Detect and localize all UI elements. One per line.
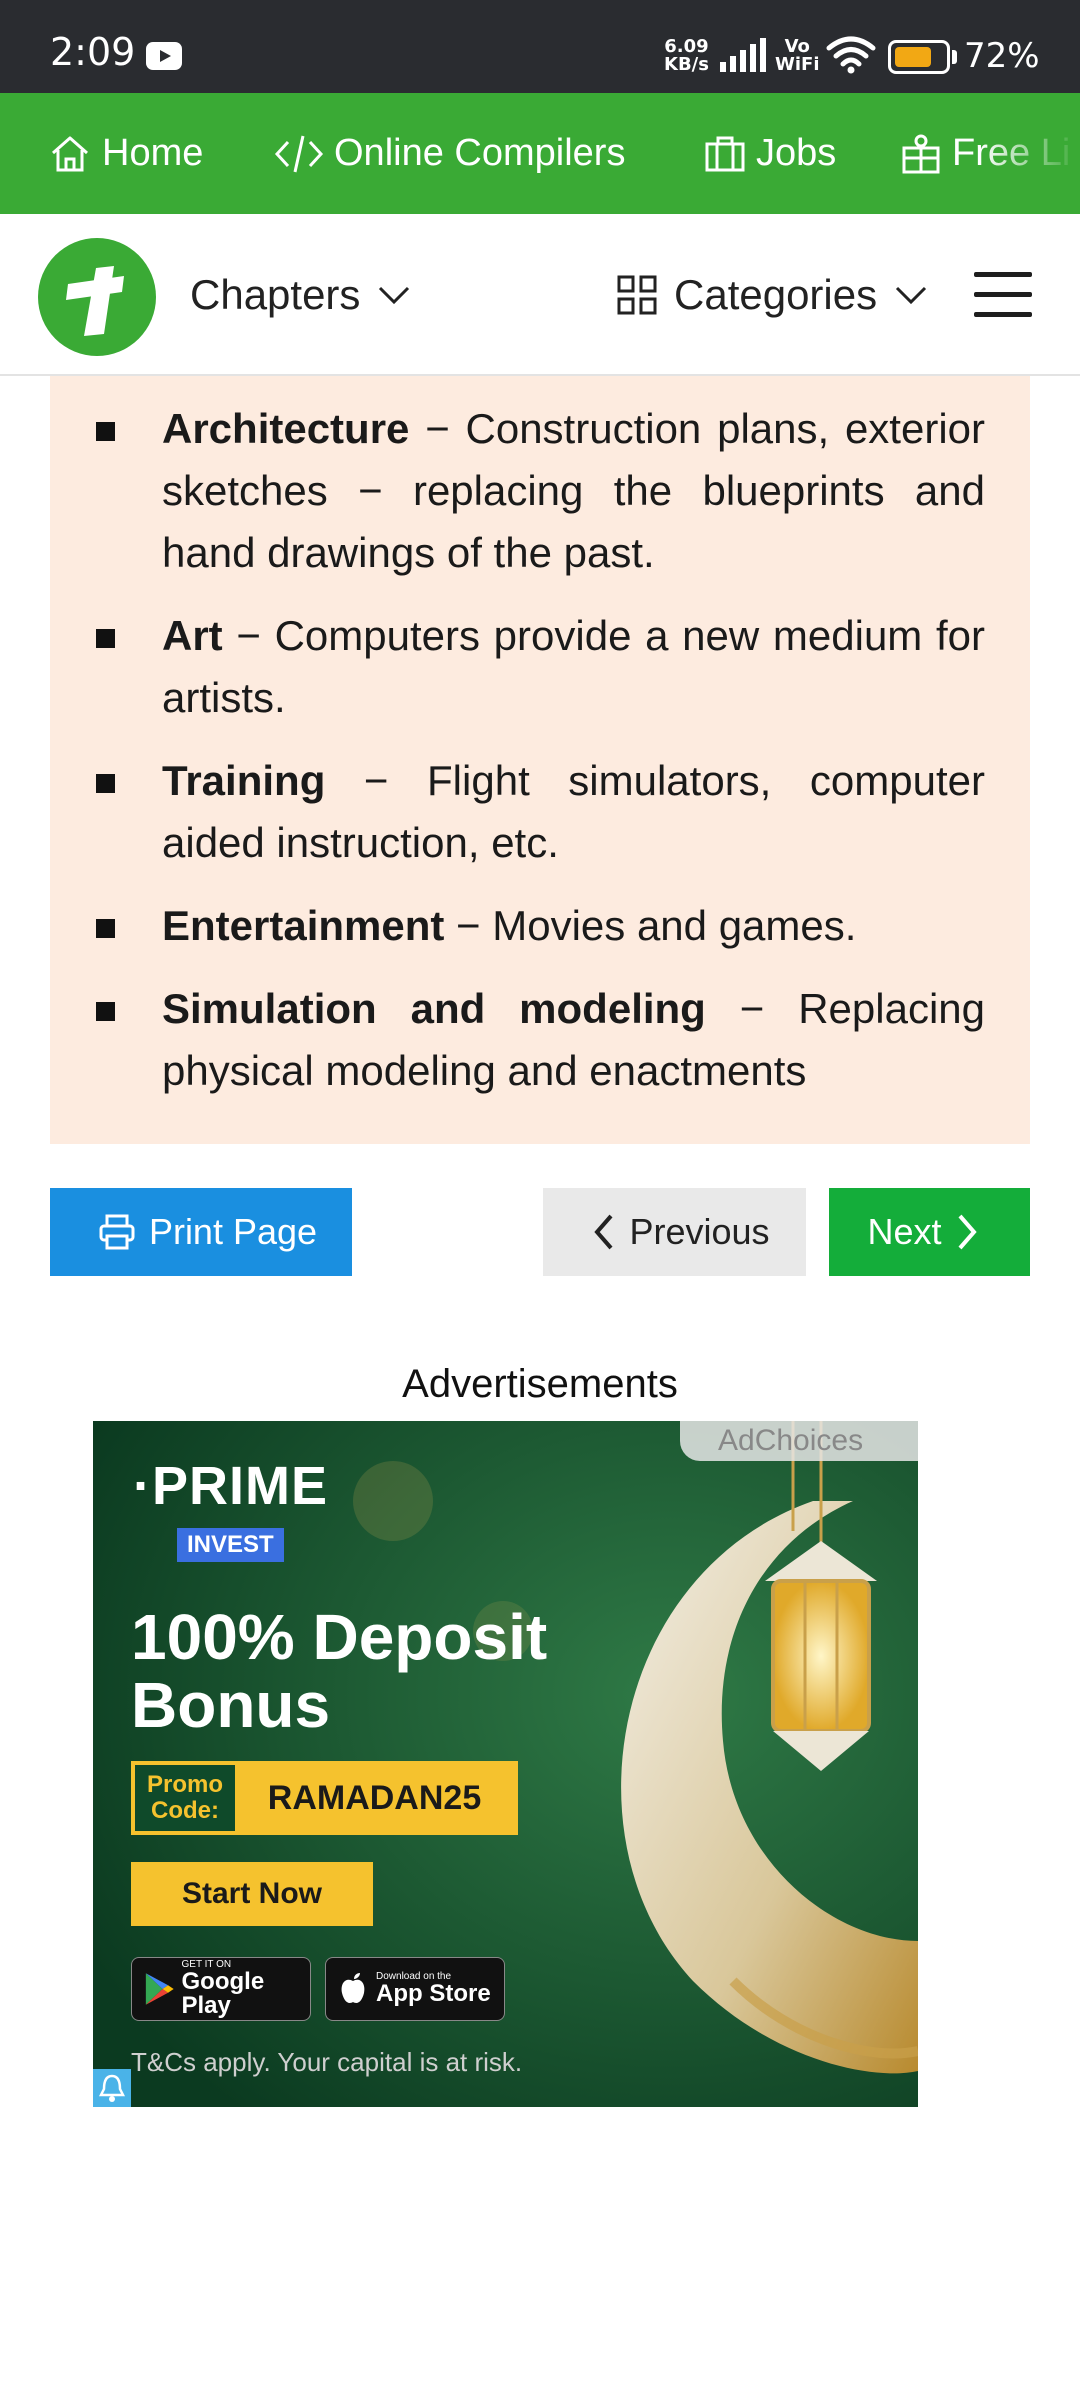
battery-icon (888, 40, 950, 74)
chevron-right-icon (958, 1214, 977, 1250)
list-item-term: Entertainment (162, 902, 445, 949)
list-item: Entertainment − Movies and games. (50, 895, 1030, 957)
nav-jobs[interactable]: Jobs (704, 93, 836, 214)
google-play-text: Google Play (181, 1968, 265, 2019)
ad-brand-subtitle: INVEST (177, 1528, 284, 1562)
ad-promo-box: Promo Code: RAMADAN25 (131, 1761, 518, 1835)
network-speed: 6.09 KB/s (664, 38, 709, 74)
nav-online-compilers-label: Online Compilers (334, 132, 626, 174)
home-icon (52, 136, 88, 171)
site-logo[interactable] (38, 238, 156, 356)
bullet-marker (96, 629, 115, 648)
list-item-term: Art (162, 612, 223, 659)
bell-icon (98, 2074, 126, 2102)
site-header: Chapters Categories (0, 214, 1080, 376)
status-bar: 2:09 6.09 KB/s Vo WiFi 72% (0, 0, 1080, 93)
chevron-down-icon (896, 286, 927, 305)
google-play-icon (145, 1973, 174, 2005)
ad-brand-name: ·PRIME (133, 1456, 328, 1516)
list-item-term: Architecture (162, 405, 410, 452)
network-speed-unit: KB/s (664, 54, 709, 75)
next-label: Next (867, 1211, 942, 1252)
previous-label: Previous (629, 1211, 770, 1252)
adchoices-badge[interactable]: AdChoices (680, 1421, 918, 1461)
list-item-description: − Computers provide a new medium for art… (162, 612, 985, 721)
youtube-notification-icon (146, 42, 182, 70)
nav-scroll-fade (980, 93, 1080, 214)
ad-headline: 100% Deposit Bonus (131, 1601, 548, 1741)
bullet-marker (96, 422, 115, 441)
print-page-label: Print Page (148, 1211, 318, 1252)
chapters-label: Chapters (190, 271, 361, 318)
next-button[interactable]: Next (829, 1188, 1030, 1276)
categories-dropdown[interactable]: Categories (616, 214, 931, 376)
battery-level (895, 47, 931, 67)
briefcase-icon (705, 136, 745, 171)
app-store-badge[interactable]: Download on the App Store (325, 1957, 505, 2021)
ad-notification-icon[interactable] (93, 2069, 131, 2107)
app-store-text: App Store (376, 1980, 491, 2007)
content-highlight-box: Architecture − Construction plans, exter… (50, 376, 1030, 1144)
list-item: Art − Computers provide a new medium for… (50, 605, 1030, 729)
code-icon (274, 135, 324, 172)
list-item-term: Simulation and modeling (162, 985, 706, 1032)
bullet-marker (96, 1002, 115, 1021)
advertisement-banner[interactable]: AdChoices ·PRIME INVEST 100% Deposit Bon… (93, 1421, 918, 2107)
ad-promo-code: RAMADAN25 (267, 1778, 482, 1817)
gift-icon (902, 134, 940, 173)
chevron-down-icon (379, 286, 410, 305)
battery-percentage: 72% (964, 36, 1040, 76)
nav-home[interactable]: Home (48, 93, 203, 214)
list-item: Training − Flight simulators, computer a… (50, 750, 1030, 874)
categories-label: Categories (674, 271, 878, 318)
list-item-description: − Movies and games. (444, 902, 857, 949)
apple-icon (341, 1973, 365, 2003)
bullet-marker (96, 919, 115, 938)
printer-icon (99, 1214, 135, 1250)
grid-icon (617, 275, 657, 315)
chevron-left-icon (594, 1214, 613, 1250)
wifi-text-label: WiFi (775, 54, 820, 75)
list-item-term: Training (162, 757, 326, 804)
ad-start-now-button[interactable]: Start Now (131, 1862, 373, 1926)
list-item: Architecture − Construction plans, exter… (50, 398, 1030, 584)
vowifi-indicator: Vo WiFi (775, 38, 820, 74)
applications-list: Architecture − Construction plans, exter… (50, 398, 1030, 1123)
wifi-icon (826, 36, 876, 74)
menu-icon[interactable] (974, 272, 1032, 318)
list-item: Simulation and modeling − Replacing phys… (50, 978, 1030, 1102)
ad-terms-text: T&Cs apply. Your capital is at risk. (131, 2047, 523, 2077)
google-play-badge[interactable]: GET IT ON Google Play (131, 1957, 311, 2021)
nav-jobs-label: Jobs (756, 132, 837, 174)
chapters-dropdown[interactable]: Chapters (190, 214, 414, 376)
print-page-button[interactable]: Print Page (50, 1188, 352, 1276)
advertisements-label: Advertisements (402, 1362, 678, 1406)
bullet-marker (96, 774, 115, 793)
adchoices-label: AdChoices (718, 1424, 864, 1457)
battery-tip (952, 50, 957, 64)
logo-mark (66, 266, 124, 336)
status-time: 2:09 (50, 30, 136, 74)
top-navigation: Home Online Compilers Jobs Free Li (0, 93, 1080, 214)
previous-button[interactable]: Previous (543, 1188, 806, 1276)
nav-online-compilers[interactable]: Online Compilers (274, 93, 625, 214)
nav-home-label: Home (102, 132, 204, 174)
ad-promo-label: Promo Code: (135, 1765, 235, 1831)
cell-signal-icon (720, 38, 766, 72)
